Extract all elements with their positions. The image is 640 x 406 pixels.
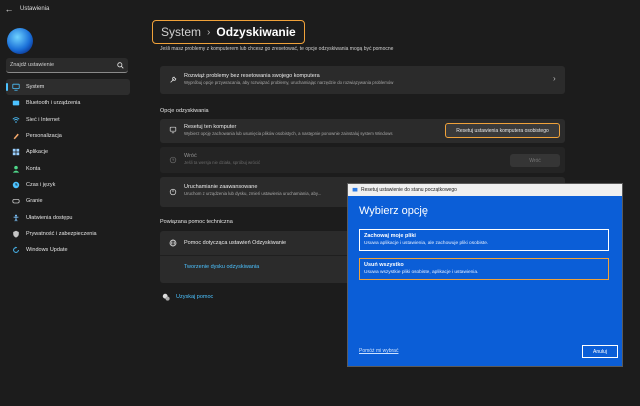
breadcrumb: System › Odzyskiwanie <box>152 20 305 44</box>
help-chat-icon <box>162 293 170 301</box>
system-icon <box>12 83 20 91</box>
search-box[interactable] <box>6 58 128 73</box>
sidebar-item-label: System <box>26 84 45 91</box>
reset-pc-icon <box>352 187 358 192</box>
search-icon[interactable] <box>117 61 124 69</box>
card-title: Resetuj ten komputer <box>184 124 237 130</box>
history-icon <box>169 156 177 164</box>
sidebar-item-label: Aplikacje <box>26 149 49 156</box>
sidebar-item-label: Granie <box>26 198 43 205</box>
get-help-row[interactable]: Uzyskaj pomoc <box>162 293 213 301</box>
accessibility-icon <box>13 214 19 221</box>
sidebar-item-label: Ułatwienia dostępu <box>26 214 73 221</box>
gamepad-icon <box>12 199 20 204</box>
remove-everything-option[interactable]: Usuń wszystko Usuwa wszystkie pliki osob… <box>359 258 609 280</box>
avatar[interactable] <box>7 28 33 54</box>
create-recovery-drive-link[interactable]: Tworzenie dysku odzyskiwania <box>184 264 259 270</box>
card-description: Jeśli ta wersja nie działa, spróbuj wróc… <box>184 160 261 165</box>
bluetooth-icon <box>12 101 20 106</box>
fix-problems-card[interactable]: Rozwiąż problemy bez resetowania swojego… <box>160 66 565 94</box>
section-heading-help: Powiązana pomoc techniczna <box>160 219 233 225</box>
sidebar-item-label: Sieć i Internet <box>26 116 60 123</box>
card-description: Wypróbuj opcje przywracania, aby rozwiąz… <box>184 80 394 85</box>
apps-icon <box>12 149 20 156</box>
title-bar: ← Ustawienia <box>0 0 640 18</box>
dialog-title: Resetuj ustawienie do stanu początkowego <box>361 187 457 193</box>
card-description: Wybierz opcję zachowania lub usunięcia p… <box>184 131 393 136</box>
option-description: Usuwa wszystkie pliki osobiste, aplikacj… <box>364 270 479 275</box>
sidebar-item-personalization[interactable]: Personalizacja <box>6 128 130 144</box>
go-back-button[interactable]: Wróć <box>510 154 560 167</box>
wrench-icon <box>170 76 177 83</box>
reset-pc-icon <box>169 126 177 134</box>
sidebar-item-label: Windows Update <box>26 247 68 254</box>
sidebar-item-bluetooth[interactable]: Bluetooth i urządzenia <box>6 95 130 111</box>
card-description: Uruchom z urządzenia lub dysku, zmień us… <box>184 191 322 196</box>
card-title: Rozwiąż problemy bez resetowania swojego… <box>184 73 320 79</box>
help-me-choose-link[interactable]: Pomóż mi wybrać <box>359 348 398 354</box>
back-arrow-icon[interactable]: ← <box>0 0 18 18</box>
section-heading-recovery: Opcje odzyskiwania <box>160 108 209 114</box>
breadcrumb-parent[interactable]: System <box>161 25 201 39</box>
option-title: Zachowaj moje pliki <box>364 233 416 239</box>
option-title: Usuń wszystko <box>364 262 404 268</box>
chevron-right-icon: › <box>553 74 556 83</box>
sidebar: System Bluetooth i urządzenia Sieć i Int… <box>0 18 140 406</box>
sidebar-item-system[interactable]: System <box>6 79 130 96</box>
sidebar-item-label: Czas i język <box>26 181 56 188</box>
breadcrumb-separator: › <box>207 26 211 38</box>
sidebar-item-label: Prywatność i zabezpieczenia <box>26 230 97 237</box>
cancel-button[interactable]: Anuluj <box>582 345 618 358</box>
sidebar-item-accessibility[interactable]: Ułatwienia dostępu <box>6 209 130 225</box>
dialog-heading: Wybierz opcję <box>359 205 428 217</box>
sidebar-item-accounts[interactable]: Konta <box>6 160 130 176</box>
page-title: Odzyskiwanie <box>216 25 296 39</box>
sidebar-item-label: Konta <box>26 165 41 172</box>
update-icon <box>13 246 19 253</box>
sidebar-item-label: Bluetooth i urządzenia <box>26 100 81 107</box>
get-help-link[interactable]: Uzyskaj pomoc <box>176 294 213 300</box>
globe-icon <box>169 239 177 247</box>
keep-files-option[interactable]: Zachowaj moje pliki Usuwa aplikacje i us… <box>359 229 609 251</box>
sidebar-item-windows-update[interactable]: Windows Update <box>6 242 130 258</box>
network-icon <box>12 116 20 123</box>
app-title: Ustawienia <box>20 6 50 12</box>
sidebar-item-time-language[interactable]: Czas i język <box>6 177 130 193</box>
account-icon <box>12 165 20 173</box>
sidebar-item-label: Personalizacja <box>26 133 62 140</box>
globe-clock-icon <box>12 181 20 189</box>
go-back-card: Wróć Jeśli ta wersja nie działa, spróbuj… <box>160 147 565 173</box>
advanced-startup-icon <box>169 188 177 196</box>
help-card-title[interactable]: Pomoc dotycząca ustawień Odzyskiwanie <box>184 240 286 246</box>
card-title: Wróć <box>184 153 197 159</box>
sidebar-item-network[interactable]: Sieć i Internet <box>6 112 130 128</box>
search-input[interactable] <box>10 62 110 68</box>
brush-icon <box>13 133 19 140</box>
reset-pc-button[interactable]: Resetuj ustawienia komputera osobistego <box>445 123 560 138</box>
option-description: Usuwa aplikacje i ustawienia, ale zachow… <box>364 241 489 246</box>
sidebar-nav: System Bluetooth i urządzenia Sieć i Int… <box>6 79 130 258</box>
shield-icon <box>13 230 19 238</box>
intro-text: Jeśli masz problemy z komputerem lub chc… <box>160 46 394 52</box>
reset-dialog: Resetuj ustawienie do stanu początkowego… <box>347 183 623 367</box>
card-title: Uruchamianie zaawansowane <box>184 184 258 190</box>
dialog-title-bar: Resetuj ustawienie do stanu początkowego <box>348 184 622 196</box>
sidebar-item-apps[interactable]: Aplikacje <box>6 144 130 160</box>
sidebar-item-gaming[interactable]: Granie <box>6 193 130 209</box>
sidebar-item-privacy[interactable]: Prywatność i zabezpieczenia <box>6 226 130 242</box>
